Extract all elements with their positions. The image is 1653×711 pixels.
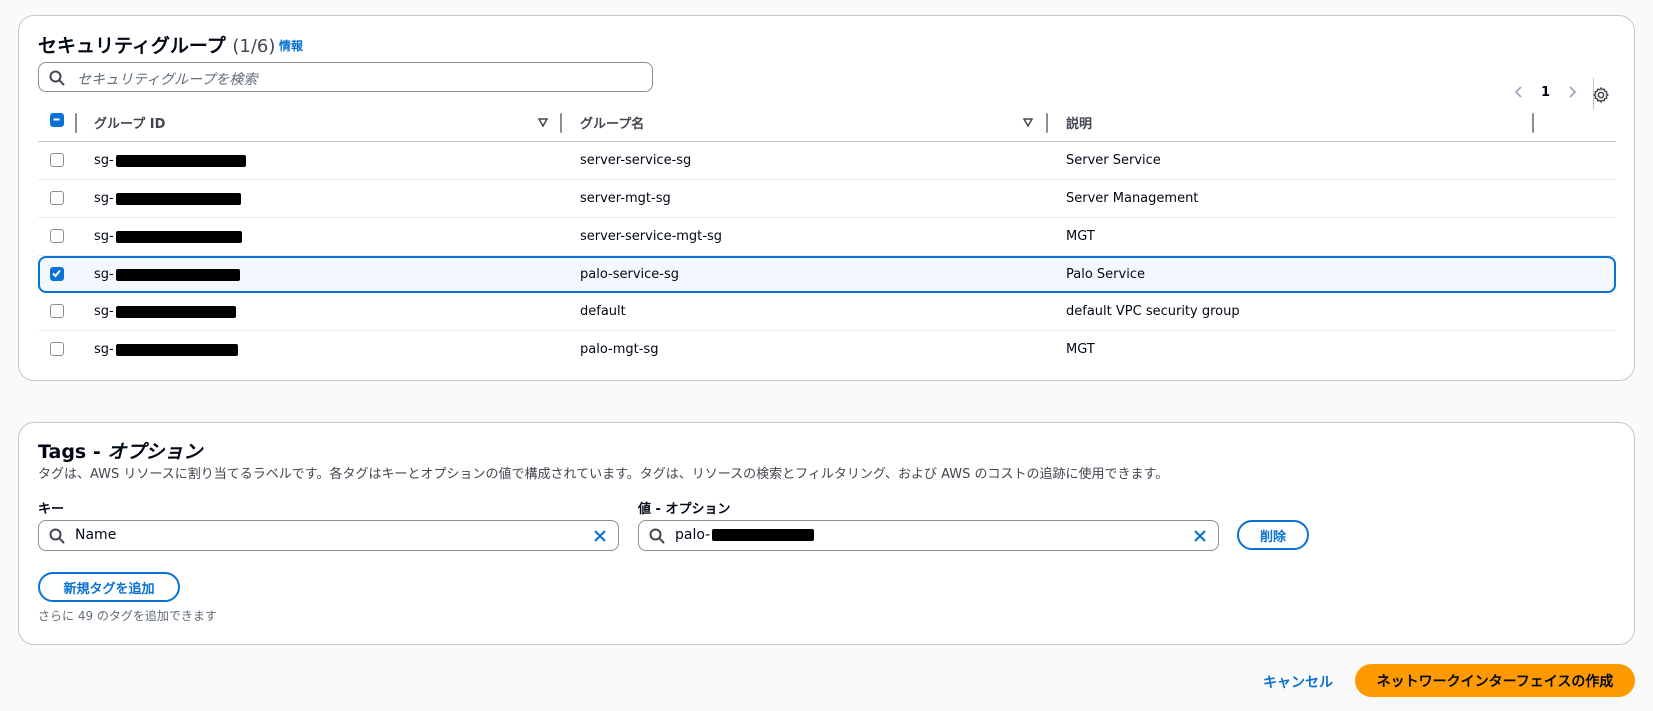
security-groups-title: セキュリティグループ (1/6) [38, 35, 276, 57]
column-header-group-id[interactable]: グループ ID [94, 113, 165, 132]
table-row[interactable]: sg- default default VPC security group [38, 293, 1616, 331]
sort-icon[interactable] [1023, 117, 1033, 127]
group-description: default VPC security group [1066, 304, 1240, 319]
selection-count: (1/6) [232, 36, 276, 57]
tag-value-input[interactable]: palo- [638, 520, 1219, 551]
table-row[interactable]: sg- palo-mgt-sg MGT [38, 331, 1616, 368]
tag-value-value: palo- [675, 527, 815, 543]
pagination: 1 [1511, 78, 1594, 110]
select-all-checkbox[interactable] [50, 113, 64, 127]
search-icon [49, 70, 65, 86]
group-description: MGT [1066, 342, 1095, 357]
row-checkbox[interactable] [50, 153, 64, 167]
tags-panel: Tags - オプション タグは、AWS リソースに割り当てるラベルです。各タグ… [18, 422, 1635, 645]
group-description: MGT [1066, 229, 1095, 244]
value-label: 値 - オプション [638, 502, 731, 517]
table-row[interactable]: sg- server-service-mgt-sg MGT [38, 218, 1616, 256]
column-separator[interactable] [1046, 113, 1048, 133]
row-checkbox[interactable] [50, 229, 64, 243]
key-label: キー [38, 502, 65, 517]
group-name: server-service-mgt-sg [580, 229, 722, 244]
tags-description: タグは、AWS リソースに割り当てるラベルです。各タグはキーとオプションの値で構… [38, 467, 1169, 482]
group-name: server-service-sg [580, 153, 692, 168]
search-icon [649, 528, 665, 544]
tags-title: Tags - オプション [38, 441, 203, 463]
info-link[interactable]: 情報 [279, 37, 303, 54]
page-number[interactable]: 1 [1541, 85, 1550, 100]
column-separator[interactable] [1532, 113, 1534, 133]
column-header-description[interactable]: 説明 [1066, 113, 1092, 132]
gear-icon[interactable] [1592, 86, 1610, 104]
row-checkbox[interactable] [50, 342, 64, 356]
tag-key-value: Name [75, 527, 117, 543]
group-description: Server Service [1066, 153, 1161, 168]
row-checkbox[interactable] [50, 267, 64, 281]
cancel-button[interactable]: キャンセル [1263, 672, 1333, 692]
group-id: sg- [94, 191, 241, 206]
redacted-block [712, 529, 815, 541]
security-group-search-input[interactable]: セキュリティグループを検索 [38, 62, 653, 92]
group-description: Server Management [1066, 191, 1199, 206]
table-row[interactable]: sg- server-service-sg Server Service [38, 142, 1616, 180]
clear-icon[interactable] [1192, 528, 1208, 544]
redacted-block [115, 230, 242, 243]
group-description: Palo Service [1066, 267, 1145, 282]
add-tag-button[interactable]: 新規タグを追加 [38, 572, 180, 602]
group-id: sg- [94, 304, 236, 319]
table-row-selected[interactable]: sg- palo-service-sg Palo Service [38, 256, 1616, 293]
group-name: default [580, 304, 626, 319]
group-id: sg- [94, 267, 240, 282]
redacted-block [115, 305, 236, 318]
sort-icon[interactable] [538, 117, 548, 127]
group-id: sg- [94, 153, 246, 168]
tag-limit-hint: さらに 49 のタグを追加できます [38, 609, 217, 623]
column-separator[interactable] [560, 113, 562, 133]
row-checkbox[interactable] [50, 304, 64, 318]
chevron-left-icon[interactable] [1511, 84, 1527, 100]
redacted-block [115, 192, 241, 205]
group-name: palo-service-sg [580, 267, 679, 282]
redacted-block [115, 343, 238, 356]
redacted-block [115, 268, 240, 281]
security-groups-panel: セキュリティグループ (1/6) 情報 セキュリティグループを検索 1 グループ… [18, 15, 1635, 381]
table-row[interactable]: sg- server-mgt-sg Server Management [38, 180, 1616, 218]
search-placeholder: セキュリティグループを検索 [77, 72, 258, 88]
chevron-right-icon[interactable] [1564, 84, 1580, 100]
search-icon [49, 528, 65, 544]
row-checkbox[interactable] [50, 191, 64, 205]
tag-key-input[interactable]: Name [38, 520, 619, 551]
column-header-group-name[interactable]: グループ名 [580, 113, 644, 132]
group-name: server-mgt-sg [580, 191, 671, 206]
clear-icon[interactable] [592, 528, 608, 544]
table-header: グループ ID グループ名 説明 [38, 103, 1616, 142]
group-id: sg- [94, 229, 242, 244]
group-name: palo-mgt-sg [580, 342, 659, 357]
create-network-interface-button[interactable]: ネットワークインターフェイスの作成 [1355, 664, 1635, 697]
remove-tag-button[interactable]: 削除 [1237, 520, 1309, 550]
column-separator[interactable] [75, 113, 77, 133]
group-id: sg- [94, 342, 238, 357]
redacted-block [115, 154, 246, 167]
security-groups-table: グループ ID グループ名 説明 sg- server-service-sg S… [38, 103, 1616, 368]
